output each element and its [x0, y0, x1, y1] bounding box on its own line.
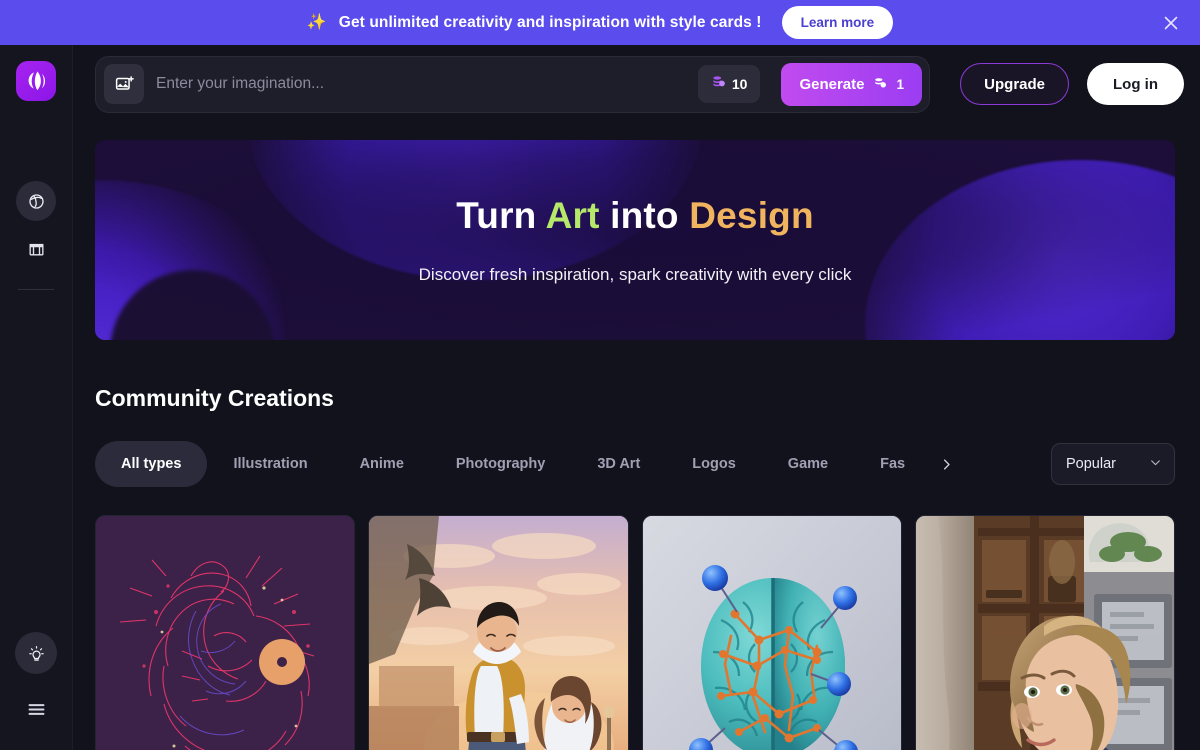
tab-photography[interactable]: Photography [430, 441, 571, 487]
tab-3d-art[interactable]: 3D Art [571, 441, 666, 487]
sidebar [0, 45, 73, 750]
category-tabs[interactable]: All types Illustration Anime Photography… [95, 440, 995, 488]
page-title: Community Creations [95, 385, 334, 411]
credits-value: 10 [731, 76, 748, 92]
hero-subtitle: Discover fresh inspiration, spark creati… [418, 265, 852, 284]
tab-illustration[interactable]: Illustration [207, 441, 333, 487]
generate-button-label: Generate [799, 75, 865, 93]
hamburger-menu-icon[interactable] [17, 690, 55, 728]
promo-banner: ✨ Get unlimited creativity and inspirati… [0, 0, 1200, 45]
prompt-bar: 10 Generate 1 [95, 55, 930, 113]
upgrade-button[interactable]: Upgrade [960, 63, 1069, 105]
sparkles-icon: ✨ [306, 13, 327, 31]
tab-logos[interactable]: Logos [666, 441, 762, 487]
3d-brain-network-render [642, 516, 901, 750]
hero-title-design: Design [689, 195, 814, 236]
gallery-card[interactable] [368, 515, 629, 750]
close-icon[interactable] [1158, 10, 1184, 36]
generate-cost-value: 1 [896, 76, 904, 92]
promo-banner-text: Get unlimited creativity and inspiration… [338, 13, 762, 31]
generate-button[interactable]: Generate 1 [781, 62, 922, 106]
tab-game[interactable]: Game [762, 441, 854, 487]
tab-all-types[interactable]: All types [95, 441, 208, 487]
page-root: ✨ Get unlimited creativity and inspirati… [0, 0, 1200, 750]
neon-ninja-artwork [96, 516, 355, 750]
creations-gallery [95, 515, 1175, 750]
gallery-card[interactable] [95, 515, 356, 750]
coins-icon [711, 74, 726, 94]
sidebar-item-store[interactable] [17, 229, 55, 267]
app-logo-icon[interactable] [16, 61, 56, 101]
learn-more-button[interactable]: Learn more [781, 6, 894, 39]
hero-title-part1: Turn [456, 195, 546, 236]
sort-dropdown[interactable]: Popular [1051, 443, 1175, 485]
sidebar-item-ideas[interactable] [15, 632, 57, 674]
promo-banner-content: ✨ Get unlimited creativity and inspirati… [306, 6, 894, 39]
filter-bar: All types Illustration Anime Photography… [95, 440, 1175, 488]
tab-anime[interactable]: Anime [334, 441, 430, 487]
hero-content: Turn Art into Design Discover fresh insp… [95, 140, 1175, 340]
credits-chip[interactable]: 10 [697, 65, 761, 103]
sort-dropdown-value: Popular [1066, 456, 1116, 472]
sidebar-item-explore[interactable] [16, 181, 56, 221]
sidebar-bottom-group [15, 632, 57, 750]
sidebar-divider [18, 289, 54, 290]
hero-title-part2: into [599, 195, 690, 236]
prompt-input[interactable] [156, 75, 686, 93]
child-portrait-photo [915, 516, 1174, 750]
chevron-down-icon [1149, 456, 1162, 473]
header-actions: Upgrade Log in [960, 63, 1184, 105]
tab-fashion[interactable]: Fas [854, 441, 931, 487]
chevron-right-icon[interactable] [931, 441, 961, 487]
hero-title: Turn Art into Design [456, 195, 814, 237]
gallery-card[interactable] [641, 515, 902, 750]
gallery-card[interactable] [914, 515, 1175, 750]
add-image-icon[interactable] [104, 64, 144, 104]
hero-banner: Turn Art into Design Discover fresh insp… [95, 140, 1175, 340]
hero-title-art: Art [545, 195, 600, 236]
header-bar: 10 Generate 1 Upgrade Log in [73, 45, 1200, 123]
sunset-couple-illustration [369, 516, 628, 750]
login-button[interactable]: Log in [1087, 63, 1184, 105]
coins-icon [873, 76, 887, 93]
